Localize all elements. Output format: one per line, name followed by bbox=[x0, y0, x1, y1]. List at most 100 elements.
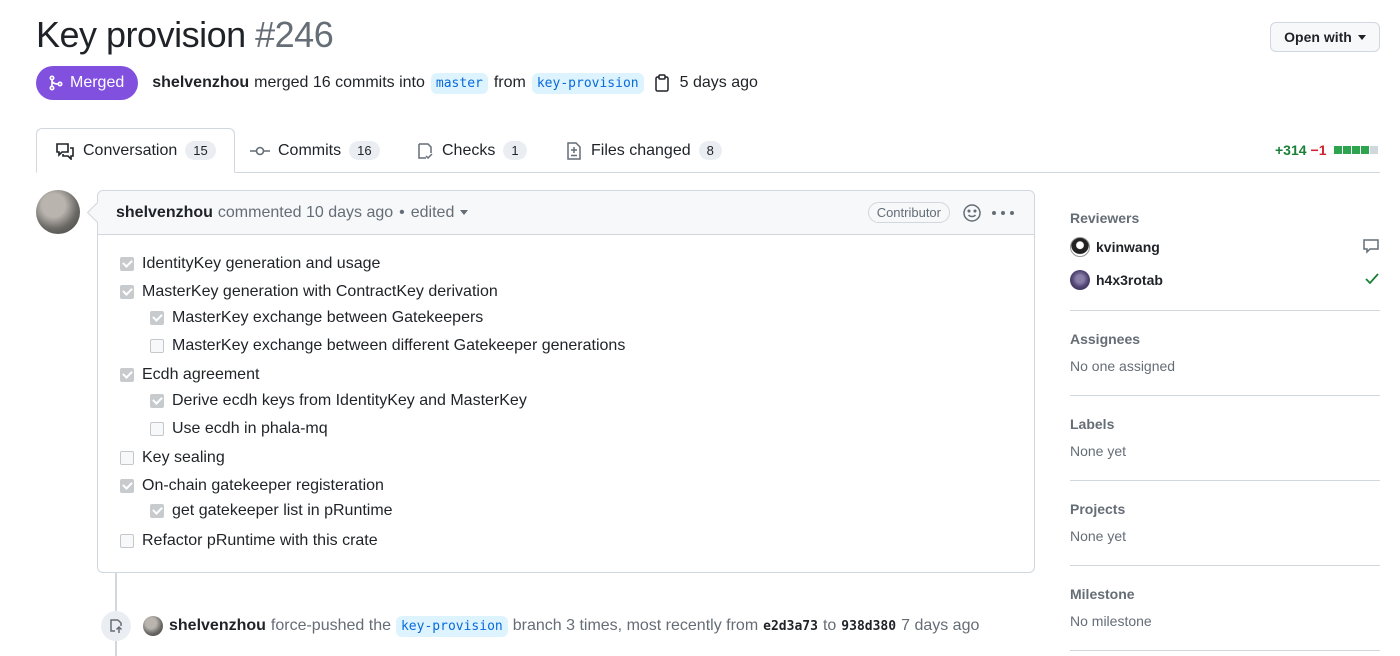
task-item: Refactor pRuntime with this crate bbox=[120, 532, 378, 550]
comment-time[interactable]: 10 days ago bbox=[306, 204, 393, 222]
open-with-button[interactable]: Open with bbox=[1270, 22, 1380, 52]
diffstat-block bbox=[1333, 146, 1342, 154]
force-push-badge bbox=[101, 611, 131, 641]
head-branch-link[interactable]: key-provision bbox=[531, 72, 644, 94]
comment-icon[interactable] bbox=[1362, 238, 1380, 257]
tab-files-changed-label: Files changed bbox=[591, 141, 691, 159]
task-item: Ecdh agreement bbox=[120, 366, 259, 384]
reviewer-name[interactable]: kvinwang bbox=[1096, 239, 1160, 255]
milestone-title[interactable]: Milestone bbox=[1070, 586, 1380, 602]
event-author[interactable]: shelvenzhou bbox=[169, 617, 266, 635]
task-checkbox[interactable] bbox=[150, 504, 164, 518]
tab-conversation-count: 15 bbox=[185, 141, 216, 160]
task-label: MasterKey exchange between different Gat… bbox=[172, 337, 626, 354]
reviewer-avatar[interactable] bbox=[1070, 237, 1090, 257]
projects-value: None yet bbox=[1070, 528, 1127, 544]
diffstat-deletions: −1 bbox=[1310, 142, 1327, 158]
author-link[interactable]: shelvenzhou bbox=[152, 74, 249, 92]
diffstat-block bbox=[1351, 146, 1360, 154]
sidebar-divider bbox=[1070, 565, 1380, 566]
tab-conversation[interactable]: Conversation 15 bbox=[36, 128, 235, 173]
diffstat-block bbox=[1360, 146, 1369, 154]
task-item: IdentityKey generation and usage bbox=[120, 255, 380, 273]
tab-checks-label: Checks bbox=[442, 141, 496, 159]
task-checkbox[interactable] bbox=[120, 534, 134, 548]
comment-separator: • bbox=[399, 203, 405, 221]
tab-commits-label: Commits bbox=[278, 141, 342, 159]
merged-text: merged 16 commits into bbox=[254, 74, 425, 91]
task-item: MasterKey exchange between different Gat… bbox=[150, 337, 625, 355]
labels-value: None yet bbox=[1070, 443, 1127, 459]
comment-discussion-icon bbox=[56, 142, 74, 160]
comment-author-avatar[interactable] bbox=[36, 190, 80, 234]
pr-number: #246 bbox=[255, 14, 334, 55]
projects-section: Projects None yet bbox=[1070, 501, 1380, 544]
task-checkbox[interactable] bbox=[120, 285, 134, 299]
chevron-down-icon bbox=[1357, 34, 1366, 40]
add-reaction-button[interactable] bbox=[962, 203, 982, 223]
labels-title[interactable]: Labels bbox=[1070, 416, 1380, 432]
event-author-avatar[interactable] bbox=[143, 616, 163, 636]
task-label: MasterKey generation with ContractKey de… bbox=[142, 283, 498, 300]
assignees-title[interactable]: Assignees bbox=[1070, 331, 1380, 347]
task-label: get gatekeeper list in pRuntime bbox=[172, 502, 393, 519]
task-item: MasterKey exchange between Gatekeepers bbox=[150, 309, 483, 327]
event-time[interactable]: 7 days ago bbox=[901, 617, 979, 635]
reviewer-item: h4x3rotab bbox=[1070, 270, 1380, 290]
reviewer-avatar[interactable] bbox=[1070, 270, 1090, 290]
diffstat: +314 −1 bbox=[1275, 142, 1378, 158]
to-commit-link[interactable]: 938d380 bbox=[841, 619, 896, 634]
event-branch-link[interactable]: key-provision bbox=[395, 615, 508, 637]
comment-header: shelvenzhou commented 10 days ago • edit… bbox=[98, 191, 1034, 235]
tab-checks[interactable]: Checks 1 bbox=[416, 128, 527, 173]
tab-files-changed-count: 8 bbox=[698, 141, 722, 160]
from-commit-link[interactable]: e2d3a73 bbox=[763, 619, 818, 634]
diffstat-blocks bbox=[1333, 146, 1378, 154]
task-label: Key sealing bbox=[142, 449, 225, 466]
task-item: Key sealing bbox=[120, 449, 225, 467]
task-checkbox[interactable] bbox=[150, 422, 164, 436]
task-label: Ecdh agreement bbox=[142, 366, 260, 383]
task-checkbox[interactable] bbox=[120, 257, 134, 271]
reviewer-item: kvinwang bbox=[1070, 237, 1380, 257]
pr-meta: Merged shelvenzhou merged 16 commits int… bbox=[36, 66, 758, 100]
tab-commits[interactable]: Commits 16 bbox=[250, 128, 380, 173]
comment-author[interactable]: shelvenzhou bbox=[116, 204, 213, 222]
repo-push-icon bbox=[110, 619, 123, 633]
task-label: MasterKey exchange between Gatekeepers bbox=[172, 309, 484, 326]
pr-tabs: Conversation 15 Commits 16 Checks 1 File… bbox=[36, 128, 1380, 173]
tab-checks-count: 1 bbox=[503, 141, 527, 160]
comment-box: shelvenzhou commented 10 days ago • edit… bbox=[97, 190, 1035, 573]
git-merge-icon bbox=[49, 75, 63, 91]
reviewers-title[interactable]: Reviewers bbox=[1070, 210, 1380, 226]
task-checkbox[interactable] bbox=[120, 451, 134, 465]
task-label: On-chain gatekeeper registeration bbox=[142, 477, 384, 494]
task-checkbox[interactable] bbox=[120, 479, 134, 493]
labels-section: Labels None yet bbox=[1070, 416, 1380, 459]
reviewer-name[interactable]: h4x3rotab bbox=[1096, 272, 1163, 288]
sidebar-divider bbox=[1070, 650, 1380, 651]
task-checkbox[interactable] bbox=[150, 339, 164, 353]
git-commit-icon bbox=[250, 146, 270, 155]
tab-commits-count: 16 bbox=[349, 141, 380, 160]
open-with-label: Open with bbox=[1284, 29, 1352, 45]
smiley-icon bbox=[963, 204, 981, 222]
task-checkbox[interactable] bbox=[150, 394, 164, 408]
edited-dropdown[interactable]: edited bbox=[411, 204, 469, 222]
task-label: Refactor pRuntime with this crate bbox=[142, 532, 378, 549]
projects-title[interactable]: Projects bbox=[1070, 501, 1380, 517]
tab-files-changed[interactable]: Files changed 8 bbox=[565, 128, 722, 173]
merged-status-badge: Merged bbox=[36, 66, 139, 100]
pr-title-text: Key provision bbox=[36, 14, 246, 55]
copy-branch-button[interactable] bbox=[654, 74, 670, 92]
task-item: Use ecdh in phala-mq bbox=[150, 420, 328, 438]
task-checkbox[interactable] bbox=[120, 368, 134, 382]
diffstat-block bbox=[1369, 146, 1378, 154]
base-branch-link[interactable]: master bbox=[430, 72, 488, 94]
reviewers-section: Reviewers bbox=[1070, 210, 1380, 226]
milestone-section: Milestone No milestone bbox=[1070, 586, 1380, 629]
task-checkbox[interactable] bbox=[150, 311, 164, 325]
chevron-down-icon bbox=[460, 210, 469, 215]
merged-time: 5 days ago bbox=[679, 74, 758, 91]
kebab-horizontal-icon[interactable] bbox=[992, 203, 1014, 223]
